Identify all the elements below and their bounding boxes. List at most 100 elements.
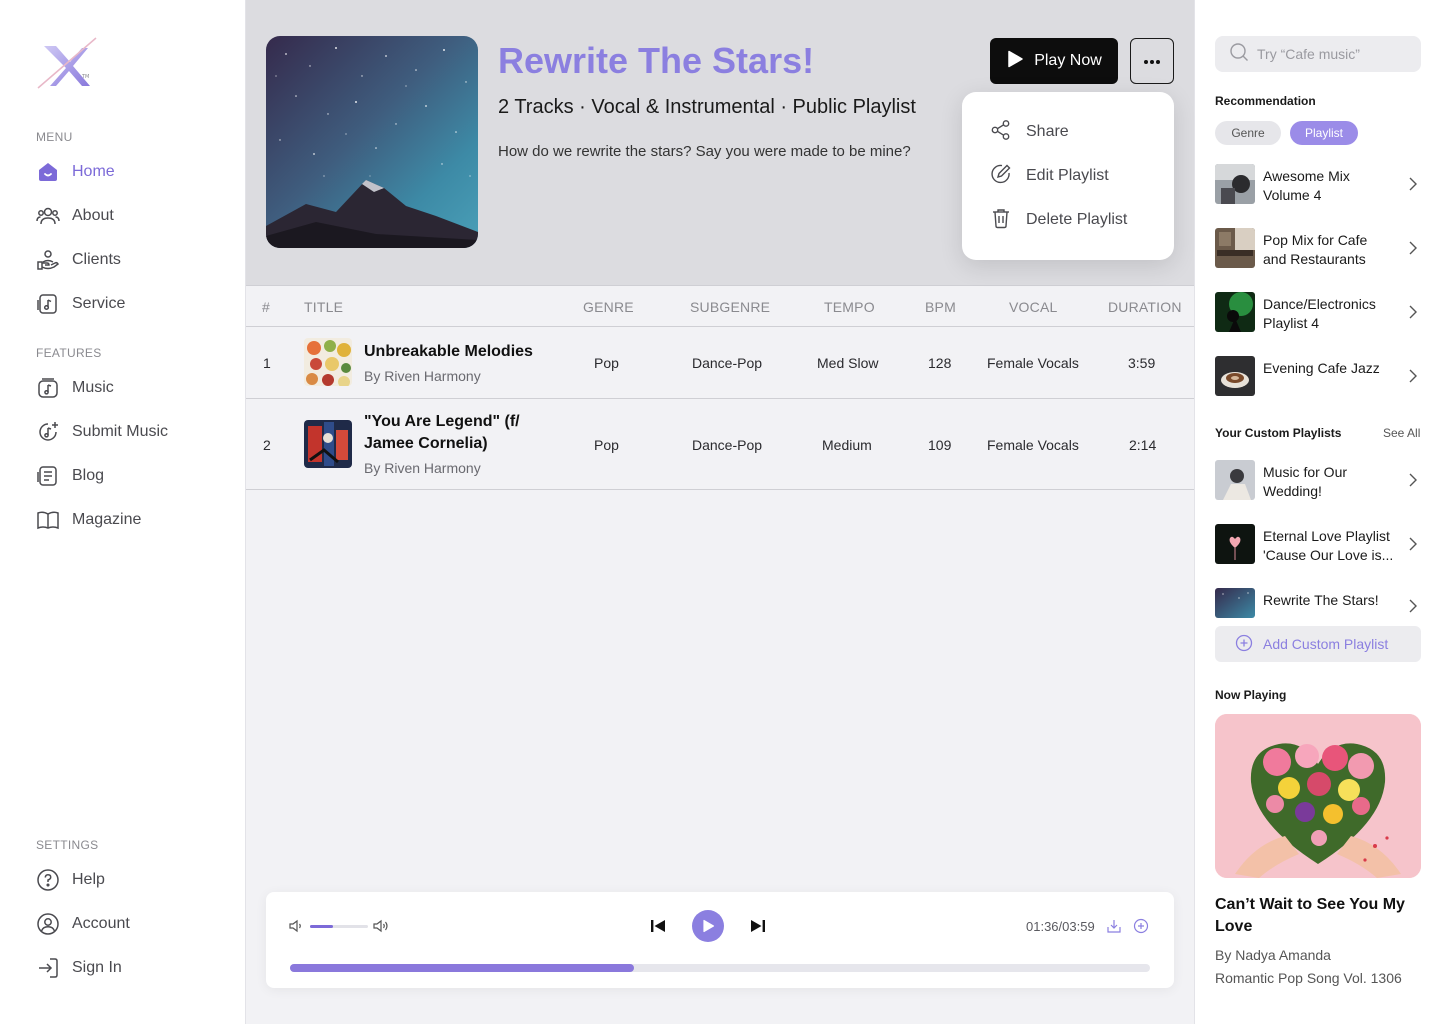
col-subgenre[interactable]: SUBGENRE [690, 299, 770, 315]
nav-music[interactable]: Music [36, 374, 114, 402]
track-title-line1[interactable]: "You Are Legend" (f/ [364, 411, 520, 433]
now-playing-album[interactable]: Romantic Pop Song Vol. 1306 [1215, 970, 1402, 986]
custom-line2: 'Cause Our Love is... [1263, 547, 1394, 563]
track-table-header: # TITLE GENRE SUBGENRE TEMPO BPM VOCAL D… [246, 285, 1194, 327]
volume-slider[interactable] [310, 925, 368, 928]
col-title[interactable]: TITLE [304, 299, 343, 315]
volume-high-icon[interactable] [372, 918, 390, 934]
music-file-icon [36, 292, 60, 316]
nav-service[interactable]: Service [36, 290, 125, 318]
col-num: # [262, 299, 270, 315]
custom-line1: Music for Our [1263, 464, 1348, 480]
menu-share[interactable]: Share [990, 118, 1069, 146]
play-pause-button[interactable] [692, 910, 724, 942]
next-track-button[interactable] [749, 917, 767, 935]
playback-time: 01:36/03:59 [1026, 919, 1095, 934]
volume-level [310, 925, 334, 928]
nav-account-label: Account [72, 915, 130, 932]
nav-help-label: Help [72, 871, 105, 888]
search-input[interactable] [1257, 46, 1407, 62]
custom-playlists-heading: Your Custom Playlists [1215, 426, 1342, 440]
recommendation-line1: Dance/Electronics [1263, 296, 1376, 312]
blog-icon [36, 464, 60, 488]
playlist-header: Rewrite The Stars! 2 Tracks · Vocal & In… [246, 0, 1194, 285]
chevron-right-icon [1407, 367, 1419, 385]
row-num: 2 [263, 437, 271, 453]
nav-account[interactable]: Account [36, 910, 130, 938]
recommendation-item[interactable]: Dance/Electronics Playlist 4 [1215, 292, 1421, 332]
now-playing-title[interactable]: Can’t Wait to See You My Love [1215, 894, 1421, 938]
nav-service-label: Service [72, 295, 126, 312]
playlist-thumbnail [1215, 228, 1255, 268]
nav-blog[interactable]: Blog [36, 462, 104, 490]
add-to-playlist-icon[interactable] [1132, 917, 1150, 935]
col-bpm[interactable]: BPM [925, 299, 956, 315]
track-duration: 2:14 [1129, 437, 1157, 453]
nav-help[interactable]: Help [36, 866, 105, 894]
nav-about[interactable]: About [36, 202, 114, 230]
menu-delete-playlist[interactable]: Delete Playlist [990, 206, 1127, 234]
track-title[interactable]: Unbreakable Melodies [364, 341, 533, 363]
nav-clients[interactable]: Clients [36, 246, 121, 274]
recommendation-item[interactable]: Pop Mix for Cafe and Restaurants [1215, 228, 1421, 268]
recommendation-item[interactable]: Evening Cafe Jazz [1215, 356, 1421, 396]
col-duration[interactable]: DURATION [1108, 299, 1182, 315]
custom-playlist-item[interactable]: Music for Our Wedding! [1215, 460, 1421, 500]
filter-playlist-pill[interactable]: Playlist [1290, 121, 1358, 145]
col-tempo[interactable]: TEMPO [824, 299, 875, 315]
chevron-right-icon [1407, 597, 1419, 615]
filter-genre-pill[interactable]: Genre [1215, 121, 1281, 145]
playlist-title: Rewrite The Stars! [498, 40, 815, 81]
nav-clients-label: Clients [72, 251, 121, 268]
left-sidebar: TM MENU Home About Clients Service FEATU… [0, 0, 246, 1024]
menu-delete-label: Delete Playlist [1026, 211, 1128, 228]
col-genre[interactable]: GENRE [583, 299, 634, 315]
recommendation-line1: Pop Mix for Cafe [1263, 232, 1368, 248]
home-icon [36, 160, 60, 184]
custom-playlist-item[interactable]: Eternal Love Playlist 'Cause Our Love is.… [1215, 524, 1421, 564]
custom-playlist-item[interactable]: Rewrite The Stars! [1215, 588, 1421, 618]
playlist-thumbnail [1215, 356, 1255, 396]
now-playing-heading: Now Playing [1215, 688, 1287, 702]
brand-logo[interactable]: TM [36, 36, 100, 92]
see-all-link[interactable]: See All [1383, 426, 1420, 440]
add-custom-playlist-button[interactable]: Add Custom Playlist [1215, 626, 1421, 662]
recommendation-line2: Playlist 4 [1263, 315, 1320, 331]
track-artist[interactable]: By Riven Harmony [364, 460, 481, 476]
table-row[interactable]: 2 "You Are Legend" (f/ Jamee Cornelia) B… [246, 399, 1194, 490]
recommendation-item[interactable]: Awesome Mix Volume 4 [1215, 164, 1421, 204]
share-icon [990, 119, 1012, 146]
more-options-button[interactable] [1130, 38, 1174, 84]
volume-low-icon[interactable] [288, 918, 304, 934]
search-box[interactable] [1215, 36, 1421, 72]
track-artist[interactable]: By Riven Harmony [364, 368, 481, 384]
people-icon [36, 204, 60, 228]
nav-submit-music[interactable]: Submit Music [36, 418, 168, 446]
now-playing-artist[interactable]: By Nadya Amanda [1215, 947, 1331, 963]
col-vocal[interactable]: VOCAL [1009, 299, 1057, 315]
nav-sign-in[interactable]: Sign In [36, 954, 122, 982]
track-vocal: Female Vocals [987, 355, 1079, 371]
nav-blog-label: Blog [72, 467, 105, 484]
track-bpm: 109 [928, 437, 952, 453]
playlist-meta: 2 Tracks · Vocal & Instrumental · Public… [498, 96, 916, 118]
features-section-label: FEATURES [36, 346, 102, 360]
nav-home[interactable]: Home [36, 158, 115, 186]
nav-music-label: Music [72, 379, 114, 396]
play-icon [1006, 50, 1024, 73]
music-box-icon [36, 376, 60, 400]
table-row[interactable]: 1 Unbreakable Melodies By Riven Harmony … [246, 327, 1194, 399]
custom-line1: Eternal Love Playlist [1263, 528, 1390, 544]
track-title-line2[interactable]: Jamee Cornelia) [364, 433, 488, 455]
download-icon[interactable] [1105, 917, 1123, 935]
now-playing-artwork[interactable] [1215, 714, 1421, 878]
nav-submit-music-label: Submit Music [72, 423, 169, 440]
progress-bar[interactable] [290, 964, 1150, 972]
previous-track-button[interactable] [649, 917, 667, 935]
nav-magazine[interactable]: Magazine [36, 506, 141, 534]
track-tempo: Medium [822, 437, 872, 453]
track-subgenre: Dance-Pop [692, 437, 763, 453]
play-now-label: Play Now [1034, 52, 1102, 69]
menu-edit-playlist[interactable]: Edit Playlist [990, 162, 1109, 190]
play-now-button[interactable]: Play Now [990, 38, 1118, 84]
